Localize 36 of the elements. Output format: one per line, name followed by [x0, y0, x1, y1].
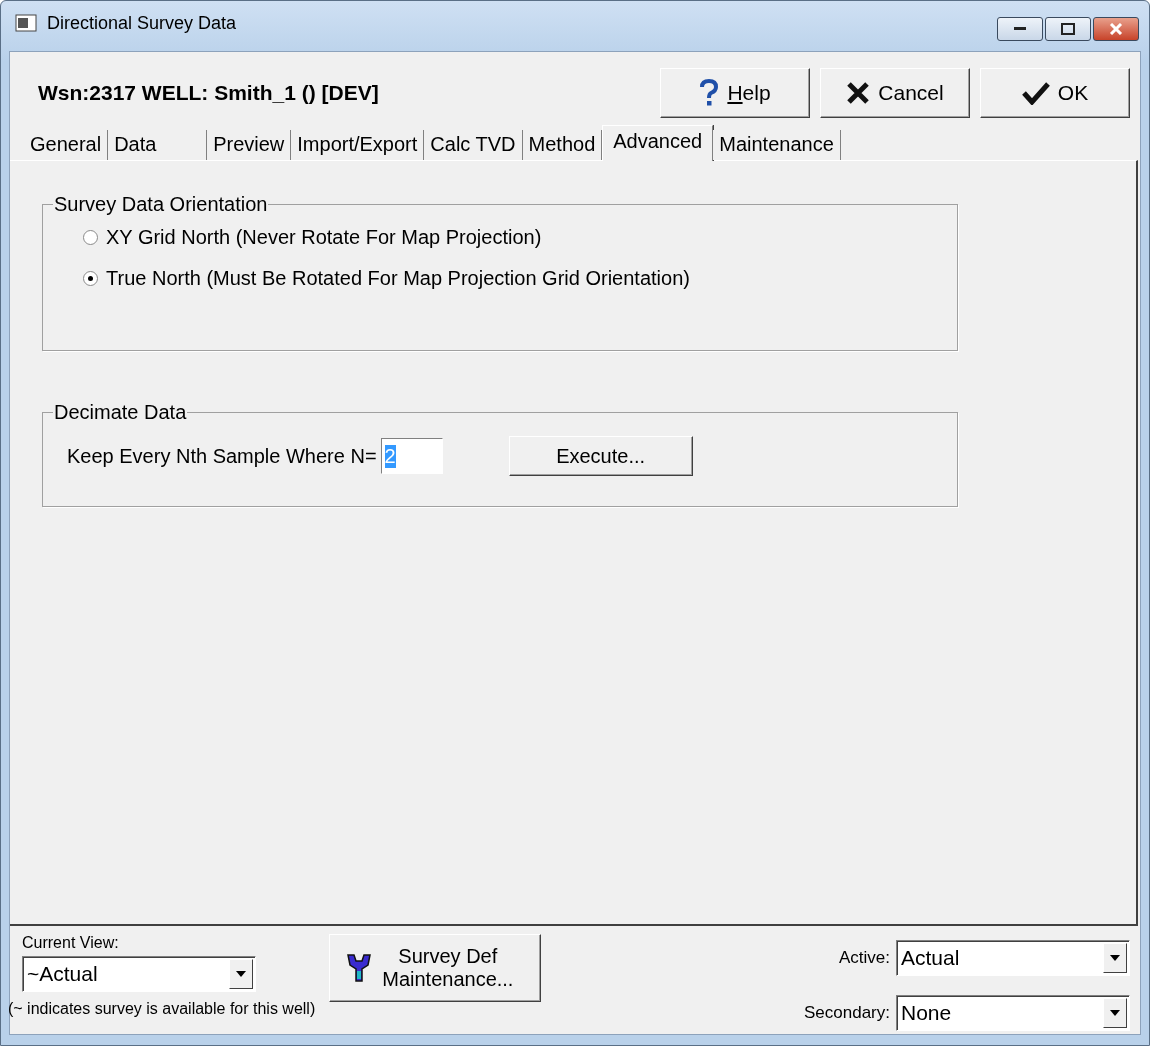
caret-icon: [236, 971, 246, 977]
maximize-icon: [1061, 23, 1075, 35]
caret-icon: [1110, 954, 1120, 961]
question-icon: [699, 79, 720, 107]
radio-button[interactable]: [83, 230, 98, 245]
well-label: Wsn:2317 WELL: Smith_1 () [DEV]: [38, 81, 380, 105]
close-icon: [1109, 23, 1123, 35]
cancel-button[interactable]: Cancel: [820, 68, 970, 118]
field-label: Current View:: [22, 934, 120, 952]
window-title: Directional Survey Data: [47, 12, 238, 34]
group-title: Survey Data Orientation: [53, 193, 269, 216]
ok-button[interactable]: OK: [980, 68, 1130, 118]
survey-def-button[interactable]: Survey Def Maintenance...: [329, 934, 542, 1002]
note-text: (~ indicates survey is available for this well): [8, 1000, 316, 1018]
minimize-button[interactable]: [997, 17, 1043, 41]
field-label: Secondary:: [804, 1002, 890, 1023]
caret-icon: [1110, 1009, 1120, 1016]
group-title: Decimate Data: [53, 401, 188, 424]
dropdown[interactable]: Actual: [896, 939, 1130, 976]
checkmark-icon: [1021, 81, 1050, 105]
close-button[interactable]: [1093, 17, 1139, 41]
field-label: Keep Every Nth Sample Where N=: [67, 444, 377, 468]
field-label: Active:: [838, 947, 890, 968]
execute-button[interactable]: Execute...: [508, 436, 693, 476]
radio-label: XY Grid North (Never Rotate For Map Projection): [106, 226, 542, 249]
maximize-button[interactable]: [1045, 17, 1091, 41]
wrench-icon: [346, 953, 373, 983]
close-icon: [846, 81, 871, 105]
help-button[interactable]: Help: [660, 68, 810, 118]
dropdown[interactable]: None: [896, 994, 1130, 1031]
window-icon: [15, 14, 37, 32]
minimize-icon: [1014, 27, 1026, 31]
radio-button[interactable]: [83, 271, 98, 286]
dropdown[interactable]: ~Actual: [22, 956, 256, 992]
tab[interactable]: Advanced: [602, 125, 714, 161]
radio-label: True North (Must Be Rotated For Map Projection Grid Orientation): [106, 267, 690, 290]
